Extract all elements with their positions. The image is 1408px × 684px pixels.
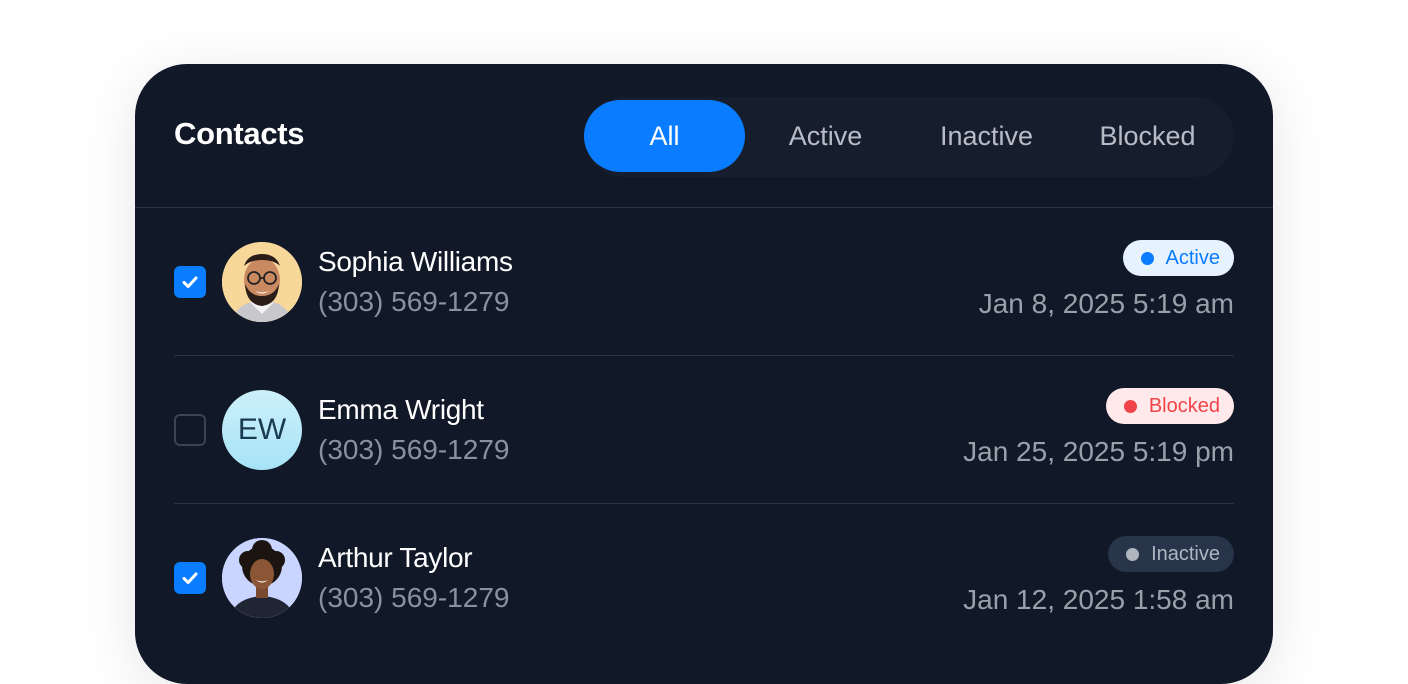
contact-row[interactable]: EW Emma Wright (303) 569-1279 Blocked Ja… (174, 356, 1234, 504)
contact-datetime: Jan 12, 2025 1:58 am (963, 584, 1234, 615)
tab-inactive[interactable]: Inactive (906, 100, 1067, 172)
contact-phone: (303) 569-1279 (318, 286, 510, 317)
contacts-header: Contacts All Active Inactive Blocked (135, 64, 1273, 208)
contact-name: Emma Wright (318, 394, 484, 425)
status-dot-icon (1140, 251, 1154, 265)
avatar-photo-man (222, 242, 302, 322)
status-dot-icon (1126, 547, 1140, 561)
contact-row[interactable]: Arthur Taylor (303) 569-1279 Inactive Ja… (174, 504, 1234, 652)
page-title: Contacts (174, 116, 305, 151)
avatar-initials: EW (237, 413, 287, 446)
status-badge: Blocked (1105, 388, 1234, 424)
row-checkbox[interactable] (174, 414, 206, 446)
contact-phone: (303) 569-1279 (318, 582, 510, 613)
contact-datetime: Jan 25, 2025 5:19 pm (963, 436, 1234, 467)
contact-phone: (303) 569-1279 (318, 434, 510, 465)
status-label: Blocked (1148, 394, 1220, 417)
tab-all[interactable]: All (584, 100, 745, 172)
avatar (222, 538, 302, 618)
contact-row[interactable]: Sophia Williams (303) 569-1279 Active Ja… (174, 208, 1234, 356)
row-checkbox[interactable] (174, 266, 206, 298)
tab-active[interactable]: Active (745, 100, 906, 172)
checkmark-icon (182, 572, 198, 584)
checkmark-icon (182, 276, 198, 288)
avatar: EW (222, 390, 302, 470)
contacts-card: Contacts All Active Inactive Blocked Sop… (135, 64, 1273, 684)
contact-name: Sophia Williams (318, 246, 513, 277)
row-checkbox[interactable] (174, 562, 206, 594)
avatar (222, 242, 302, 322)
status-label: Active (1165, 246, 1220, 269)
status-dot-icon (1123, 399, 1137, 413)
status-badge: Active (1122, 240, 1234, 276)
status-badge: Inactive (1108, 536, 1234, 572)
status-filter-tabs: All Active Inactive Blocked (584, 97, 1234, 177)
tab-blocked[interactable]: Blocked (1067, 100, 1228, 172)
status-label: Inactive (1151, 542, 1220, 565)
contact-datetime: Jan 8, 2025 5:19 am (978, 288, 1234, 319)
avatar-photo-woman (222, 538, 302, 618)
contact-name: Arthur Taylor (318, 542, 473, 573)
